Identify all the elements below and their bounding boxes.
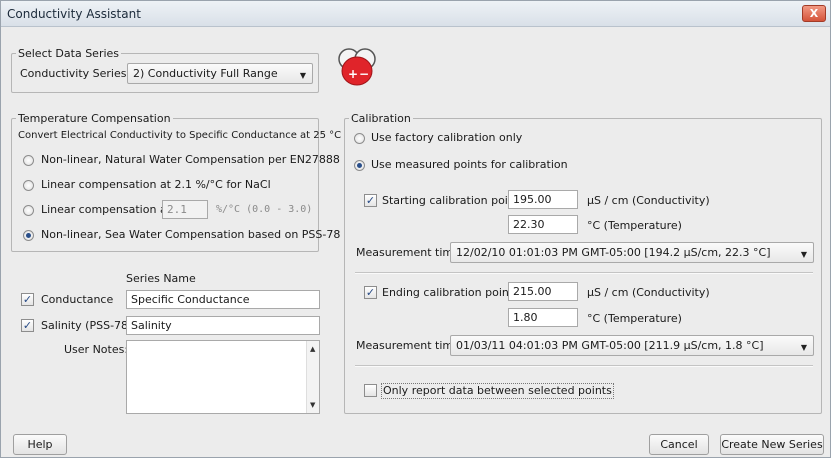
user-notes-textarea[interactable]: ▲ ▼ <box>126 340 320 414</box>
start-conductivity-input[interactable]: 195.00 <box>508 190 578 209</box>
start-temperature-input[interactable]: 22.30 <box>508 215 578 234</box>
ending-point-checkbox[interactable]: ✓ <box>364 286 377 299</box>
option-linear-nacl-label: Linear compensation at 2.1 %/°C for NaCl <box>41 178 271 191</box>
calibration-divider-1 <box>355 272 813 274</box>
calibration-legend: Calibration <box>349 112 413 125</box>
option-linear-custom-label: Linear compensation at <box>41 203 171 216</box>
conductance-label: Conductance <box>41 293 114 306</box>
svg-text:−: − <box>359 67 369 81</box>
series-name-header: Series Name <box>126 272 196 285</box>
radio-linear-custom[interactable] <box>23 205 34 216</box>
linear-compensation-input[interactable]: 2.1 <box>162 200 208 219</box>
radio-measured-calibration[interactable] <box>354 160 365 171</box>
end-conductivity-unit: µS / cm (Conductivity) <box>587 286 710 299</box>
end-measurement-time-value: 01/03/11 04:01:03 PM GMT-05:00 [211.9 µS… <box>456 339 764 352</box>
conductance-checkbox[interactable]: ✓ <box>21 293 34 306</box>
only-report-label: Only report data between selected points <box>381 383 614 399</box>
conductivity-series-value: 2) Conductivity Full Range <box>133 67 278 80</box>
salinity-series-name-input[interactable]: Salinity <box>126 316 320 335</box>
scroll-down-icon[interactable]: ▼ <box>310 401 315 409</box>
create-new-series-button[interactable]: Create New Series <box>720 434 824 455</box>
option-nonlinear-sea-water-label: Non-linear, Sea Water Compensation based… <box>41 228 341 241</box>
linear-compensation-unit: %/°C (0.0 - 3.0) <box>216 204 313 215</box>
temperature-compensation-group: Temperature Compensation Convert Electri… <box>11 112 341 252</box>
user-notes-label: User Notes: <box>64 343 129 356</box>
radio-nonlinear-sea-water[interactable] <box>23 230 34 241</box>
end-temperature-unit: °C (Temperature) <box>587 312 682 325</box>
conductance-series-name-input[interactable]: Specific Conductance <box>126 290 320 309</box>
radio-linear-nacl[interactable] <box>23 180 34 191</box>
help-button[interactable]: Help <box>13 434 67 455</box>
end-conductivity-input[interactable]: 215.00 <box>508 282 578 301</box>
salinity-label: Salinity (PSS-78) <box>41 319 133 332</box>
conductivity-series-label: Conductivity Series: <box>20 67 131 80</box>
measured-calibration-label: Use measured points for calibration <box>371 158 568 171</box>
select-data-series-group: Select Data Series Conductivity Series: … <box>11 47 319 93</box>
start-conductivity-unit: µS / cm (Conductivity) <box>587 194 710 207</box>
temperature-compensation-description: Convert Electrical Conductivity to Speci… <box>18 130 342 141</box>
close-icon: X <box>809 7 819 20</box>
start-measurement-time-value: 12/02/10 01:01:03 PM GMT-05:00 [194.2 µS… <box>456 246 771 259</box>
end-temperature-input[interactable]: 1.80 <box>508 308 578 327</box>
chevron-down-icon: ▼ <box>800 343 807 352</box>
salinity-checkbox[interactable]: ✓ <box>21 319 34 332</box>
scroll-up-icon[interactable]: ▲ <box>310 345 315 353</box>
chevron-down-icon: ▼ <box>299 71 306 80</box>
cancel-button[interactable]: Cancel <box>649 434 709 455</box>
svg-text:+: + <box>348 67 358 81</box>
close-button[interactable]: X <box>802 5 826 22</box>
start-measurement-time-label: Measurement time: <box>356 246 464 259</box>
radio-nonlinear-natural-water[interactable] <box>23 155 34 166</box>
chevron-down-icon: ▼ <box>800 250 807 259</box>
factory-calibration-label: Use factory calibration only <box>371 131 523 144</box>
calibration-divider-2 <box>355 365 813 367</box>
end-measurement-time-label: Measurement time: <box>356 339 464 352</box>
calibration-group: Calibration Use factory calibration only… <box>344 112 822 414</box>
option-nonlinear-natural-water-label: Non-linear, Natural Water Compensation p… <box>41 153 340 166</box>
conductivity-probe-icon: + − <box>338 48 376 86</box>
end-measurement-time-select[interactable]: 01/03/11 04:01:03 PM GMT-05:00 [211.9 µS… <box>450 335 814 356</box>
start-measurement-time-select[interactable]: 12/02/10 01:01:03 PM GMT-05:00 [194.2 µS… <box>450 242 814 263</box>
ending-point-label: Ending calibration point = <box>382 286 526 299</box>
select-data-series-legend: Select Data Series <box>16 47 122 60</box>
window-title: Conductivity Assistant <box>7 7 141 21</box>
radio-factory-calibration[interactable] <box>354 133 365 144</box>
conductivity-assistant-window: Conductivity Assistant X Select Data Ser… <box>0 0 831 458</box>
notes-scrollbar[interactable]: ▲ ▼ <box>306 341 319 413</box>
start-temperature-unit: °C (Temperature) <box>587 219 682 232</box>
title-bar: Conductivity Assistant X <box>1 1 830 27</box>
only-report-checkbox[interactable] <box>364 384 377 397</box>
temperature-compensation-legend: Temperature Compensation <box>16 112 173 125</box>
starting-point-checkbox[interactable]: ✓ <box>364 194 377 207</box>
conductivity-series-select[interactable]: 2) Conductivity Full Range ▼ <box>127 63 313 84</box>
